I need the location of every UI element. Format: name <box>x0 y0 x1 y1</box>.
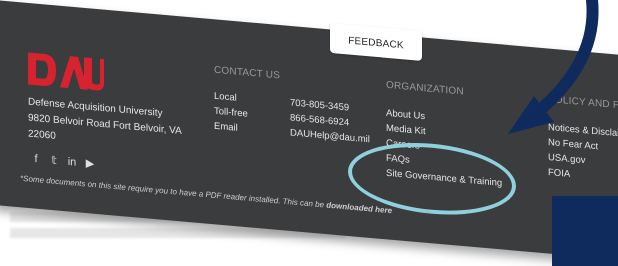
facebook-icon[interactable]: f <box>30 153 42 166</box>
social-links: f 𝕥 in ▶ <box>30 153 96 171</box>
reflection-bar <box>10 228 346 238</box>
screenshot-stage: FEEDBACK Defense Acquisition University … <box>0 0 618 266</box>
reflection-bar <box>10 212 430 222</box>
footer-reflection <box>10 206 430 246</box>
contact-list: Local 703-805-3459 Toll-free 866-568-692… <box>214 91 400 152</box>
youtube-icon[interactable]: ▶ <box>84 157 96 171</box>
address-block: Defense Acquisition University 9820 Belv… <box>28 94 188 156</box>
pointer-arrow-icon <box>508 0 599 134</box>
twitter-icon[interactable]: 𝕥 <box>48 154 60 167</box>
navy-block <box>552 196 618 266</box>
pdf-notice-text: *Some documents on this site require you… <box>20 173 325 210</box>
organization-heading: ORGANIZATION <box>386 79 464 98</box>
feedback-button[interactable]: FEEDBACK <box>330 22 422 61</box>
dau-logo[interactable] <box>26 50 104 93</box>
linkedin-icon[interactable]: in <box>66 156 78 169</box>
contact-heading: CONTACT US <box>214 64 281 82</box>
